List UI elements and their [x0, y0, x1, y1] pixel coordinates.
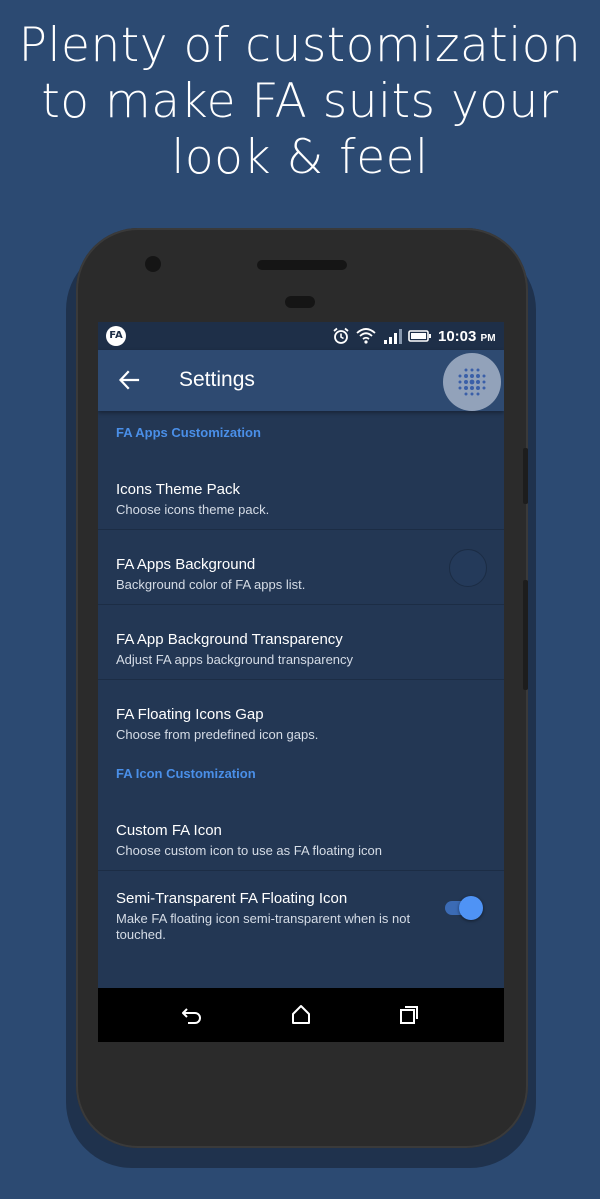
fa-floating-button[interactable]	[443, 353, 501, 411]
earpiece-speaker	[257, 260, 347, 270]
headline-line-2: to make FA suits your	[41, 74, 559, 129]
setting-subtitle: Adjust FA apps background transparency	[116, 652, 354, 667]
setting-title: FA Floating Icons Gap	[116, 706, 264, 723]
phone-screen: FA 10:03 PM Settings FA Apps Customizati…	[98, 322, 504, 1042]
semi-transparent-toggle[interactable]	[445, 895, 483, 920]
setting-custom-fa-icon[interactable]: Custom FA Icon Choose custom icon to use…	[98, 792, 504, 871]
setting-title: Icons Theme Pack	[116, 481, 240, 498]
fa-app-badge: FA	[106, 326, 126, 346]
headline-line-1: Plenty of customization	[18, 18, 582, 73]
clock-time: 10:03	[438, 328, 477, 345]
alarm-icon	[333, 327, 349, 344]
setting-fa-app-background-transparency[interactable]: FA App Background Transparency Adjust FA…	[98, 605, 504, 680]
power-button	[523, 580, 528, 690]
section-header-fa-icon: FA Icon Customization	[116, 766, 256, 781]
setting-fa-apps-background[interactable]: FA Apps Background Background color of F…	[98, 530, 504, 605]
navigation-bar	[98, 988, 504, 1042]
app-bar: Settings	[98, 350, 504, 411]
setting-title: FA App Background Transparency	[116, 631, 343, 648]
setting-subtitle: Make FA floating icon semi-transparent w…	[116, 911, 411, 942]
status-clock: 10:03 PM	[438, 328, 496, 345]
back-nav-icon[interactable]	[180, 1003, 204, 1027]
status-icons	[332, 327, 432, 345]
signal-icon	[384, 329, 402, 344]
recents-nav-icon[interactable]	[397, 1003, 421, 1027]
settings-list: FA Apps Customization Icons Theme Pack C…	[98, 411, 504, 959]
setting-subtitle: Choose from predefined icon gaps.	[116, 727, 319, 742]
clock-ampm: PM	[480, 333, 496, 344]
volume-button	[523, 448, 528, 504]
promo-headline: Plenty of customization to make FA suits…	[0, 18, 600, 186]
wifi-icon	[356, 328, 376, 344]
setting-title: FA Apps Background	[116, 556, 256, 573]
headline-line-3: look & feel	[171, 130, 429, 185]
arrow-left-icon[interactable]	[118, 369, 140, 391]
proximity-sensor	[285, 296, 315, 308]
setting-fa-floating-icons-gap[interactable]: FA Floating Icons Gap Choose from predef…	[98, 680, 504, 755]
setting-subtitle: Choose custom icon to use as FA floating…	[116, 843, 382, 858]
section-header-fa-apps: FA Apps Customization	[116, 425, 261, 440]
page-title: Settings	[179, 368, 255, 391]
battery-icon	[408, 330, 431, 342]
background-color-swatch[interactable]	[449, 549, 487, 587]
setting-title: Custom FA Icon	[116, 822, 222, 839]
setting-semi-transparent-fa-icon[interactable]: Semi-Transparent FA Floating Icon Make F…	[98, 871, 504, 959]
home-nav-icon[interactable]	[289, 1003, 313, 1027]
setting-subtitle: Background color of FA apps list.	[116, 577, 306, 592]
fa-floating-dots-icon	[458, 368, 486, 396]
setting-icons-theme-pack[interactable]: Icons Theme Pack Choose icons theme pack…	[98, 455, 504, 530]
setting-title: Semi-Transparent FA Floating Icon	[116, 890, 348, 907]
toggle-thumb	[459, 896, 483, 920]
front-camera	[145, 256, 161, 272]
status-bar: FA 10:03 PM	[98, 322, 504, 350]
setting-subtitle: Choose icons theme pack.	[116, 502, 270, 517]
